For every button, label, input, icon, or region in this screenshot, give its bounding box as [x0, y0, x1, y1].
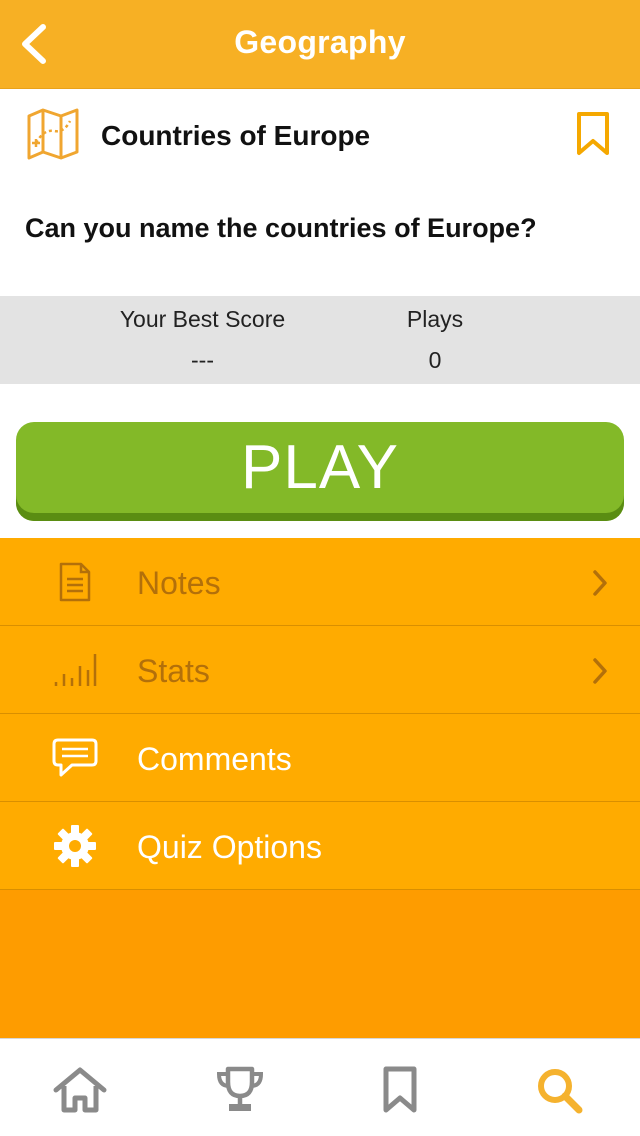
best-score-label: Your Best Score: [119, 306, 286, 332]
map-icon: [27, 108, 79, 160]
plays-value: 0: [428, 347, 442, 373]
score-strip: Your Best Score --- Plays 0: [0, 296, 640, 384]
quiz-description: Can you name the countries of Europe?: [25, 213, 537, 243]
bookmark-button[interactable]: [572, 111, 614, 157]
page-title: Geography: [234, 24, 406, 60]
bookmark-icon: [383, 1066, 417, 1113]
chevron-right-icon: [593, 658, 607, 684]
plays-count: Plays 0: [380, 306, 490, 374]
home-icon: [53, 1067, 107, 1113]
menu-item-label: Quiz Options: [137, 829, 322, 865]
tab-bar: [0, 1038, 640, 1136]
gear-icon: [54, 825, 96, 867]
chevron-right-icon: [593, 570, 607, 596]
notes-icon: [59, 562, 91, 602]
tab-trophy[interactable]: [210, 1063, 270, 1117]
best-score: Your Best Score ---: [100, 306, 305, 374]
tab-search[interactable]: [530, 1063, 590, 1117]
play-button-label: PLAY: [241, 433, 399, 502]
plays-label: Plays: [406, 306, 464, 332]
tab-bookmarks[interactable]: [370, 1063, 430, 1117]
play-button[interactable]: PLAY: [16, 422, 624, 521]
best-score-value: ---: [191, 347, 214, 373]
quiz-header: Countries of Europe: [0, 89, 640, 184]
menu-item-stats[interactable]: Stats: [0, 626, 640, 714]
menu-item-label: Notes: [137, 565, 221, 601]
trophy-icon: [216, 1066, 264, 1111]
menu-item-quiz-options[interactable]: Quiz Options: [0, 802, 640, 890]
menu-item-comments[interactable]: Comments: [0, 714, 640, 802]
quiz-title: Countries of Europe: [101, 120, 371, 151]
menu-item-label: Stats: [137, 653, 210, 689]
stats-icon: [54, 654, 97, 686]
tab-home[interactable]: [50, 1063, 110, 1117]
bookmark-icon: [577, 112, 609, 155]
nav-bar: Geography: [0, 0, 640, 89]
comment-icon: [52, 738, 98, 777]
search-icon: [538, 1069, 583, 1114]
menu-item-label: Comments: [137, 741, 292, 777]
menu-item-notes[interactable]: Notes: [0, 538, 640, 626]
quiz-menu: Notes Stats Comments Quiz Options: [0, 538, 640, 1038]
